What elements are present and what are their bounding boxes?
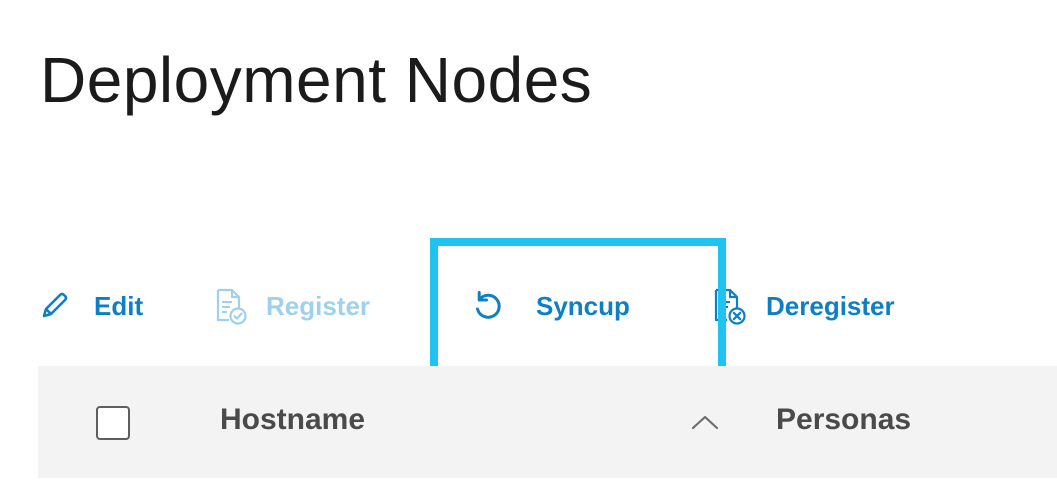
toolbar: Edit Register Syncup Deregister	[0, 280, 1057, 332]
deregister-label: Deregister	[766, 290, 895, 321]
register-button[interactable]: Register	[212, 280, 370, 332]
syncup-label: Syncup	[536, 290, 630, 321]
edit-label: Edit	[94, 290, 144, 321]
table-header: Hostname Personas	[38, 366, 1057, 478]
page-title: Deployment Nodes	[40, 44, 593, 116]
deregister-button[interactable]: Deregister	[712, 280, 895, 332]
column-header-personas[interactable]: Personas	[776, 403, 911, 437]
refresh-icon	[470, 286, 506, 326]
syncup-button[interactable]: Syncup	[470, 280, 630, 332]
sort-ascending-icon[interactable]	[688, 408, 722, 436]
register-label: Register	[266, 290, 371, 321]
pencil-icon	[36, 286, 72, 326]
edit-button[interactable]: Edit	[36, 280, 143, 332]
select-all-checkbox[interactable]	[96, 406, 130, 440]
register-document-icon	[212, 286, 248, 326]
column-header-hostname[interactable]: Hostname	[220, 403, 365, 437]
deregister-document-icon	[712, 286, 748, 326]
